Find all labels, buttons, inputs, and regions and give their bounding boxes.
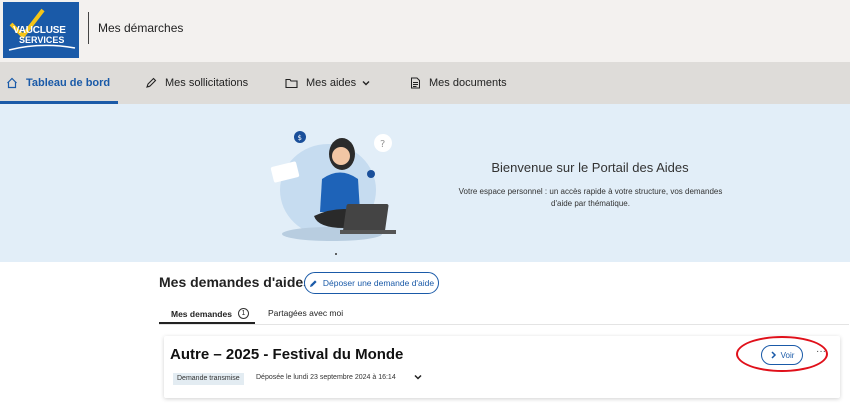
expand-chevron-icon[interactable] bbox=[413, 372, 423, 382]
tab-label: Mes demandes bbox=[171, 308, 232, 319]
welcome-banner bbox=[0, 104, 850, 262]
tab-active-indicator bbox=[159, 322, 255, 324]
app-title: Mes démarches bbox=[98, 21, 184, 35]
chevron-down-icon bbox=[362, 81, 370, 86]
deposit-request-label: Déposer une demande d'aide bbox=[322, 278, 435, 288]
request-date: Déposée le lundi 23 septembre 2024 à 16:… bbox=[256, 374, 396, 381]
carousel-dot[interactable] bbox=[335, 253, 337, 255]
highlight-annotation-circle bbox=[736, 336, 828, 372]
tab-partagees-avec-moi[interactable]: Partagées avec moi bbox=[268, 308, 343, 318]
nav-item-mes-aides[interactable]: Mes aides bbox=[285, 62, 371, 104]
pencil-icon bbox=[309, 279, 317, 287]
folder-icon bbox=[285, 78, 298, 89]
main-nav: Tableau de bord Mes sollicitations Mes a… bbox=[0, 62, 850, 104]
tab-mes-demandes[interactable]: Mes demandes 1 bbox=[171, 308, 249, 319]
nav-item-mes-documents[interactable]: Mes documents bbox=[410, 62, 507, 104]
status-badge: Demande transmise bbox=[173, 373, 244, 385]
nav-label: Tableau de bord bbox=[26, 77, 111, 89]
welcome-title: Bienvenue sur le Portail des Aides bbox=[491, 160, 689, 175]
request-title: Autre – 2025 - Festival du Monde bbox=[170, 346, 404, 363]
svg-text:?: ? bbox=[380, 139, 385, 150]
deposit-request-button[interactable]: Déposer une demande d'aide bbox=[304, 272, 439, 294]
tabs-divider bbox=[159, 324, 849, 325]
tab-count-badge: 1 bbox=[237, 308, 249, 319]
welcome-text: Votre espace personnel : un accès rapide… bbox=[458, 187, 723, 208]
section-title: Mes demandes d'aides bbox=[159, 274, 311, 290]
header-divider bbox=[88, 12, 89, 44]
home-icon bbox=[7, 77, 17, 89]
document-icon bbox=[411, 77, 420, 89]
nav-label: Mes aides bbox=[306, 77, 357, 89]
tab-label: Partagées avec moi bbox=[268, 308, 344, 318]
nav-label: Mes documents bbox=[429, 77, 507, 89]
woman-laptop-illustration: $ ? bbox=[270, 131, 396, 241]
nav-item-mes-sollicitations[interactable]: Mes sollicitations bbox=[145, 62, 248, 104]
nav-item-tableau-de-bord[interactable]: Tableau de bord bbox=[6, 62, 110, 104]
svg-text:$: $ bbox=[298, 134, 302, 142]
nav-label: Mes sollicitations bbox=[165, 77, 249, 89]
logo-text-line2: SERVICES bbox=[19, 35, 65, 45]
vaucluse-logo[interactable]: VAUCLUSE SERVICES bbox=[3, 2, 79, 58]
pen-icon bbox=[146, 77, 157, 88]
